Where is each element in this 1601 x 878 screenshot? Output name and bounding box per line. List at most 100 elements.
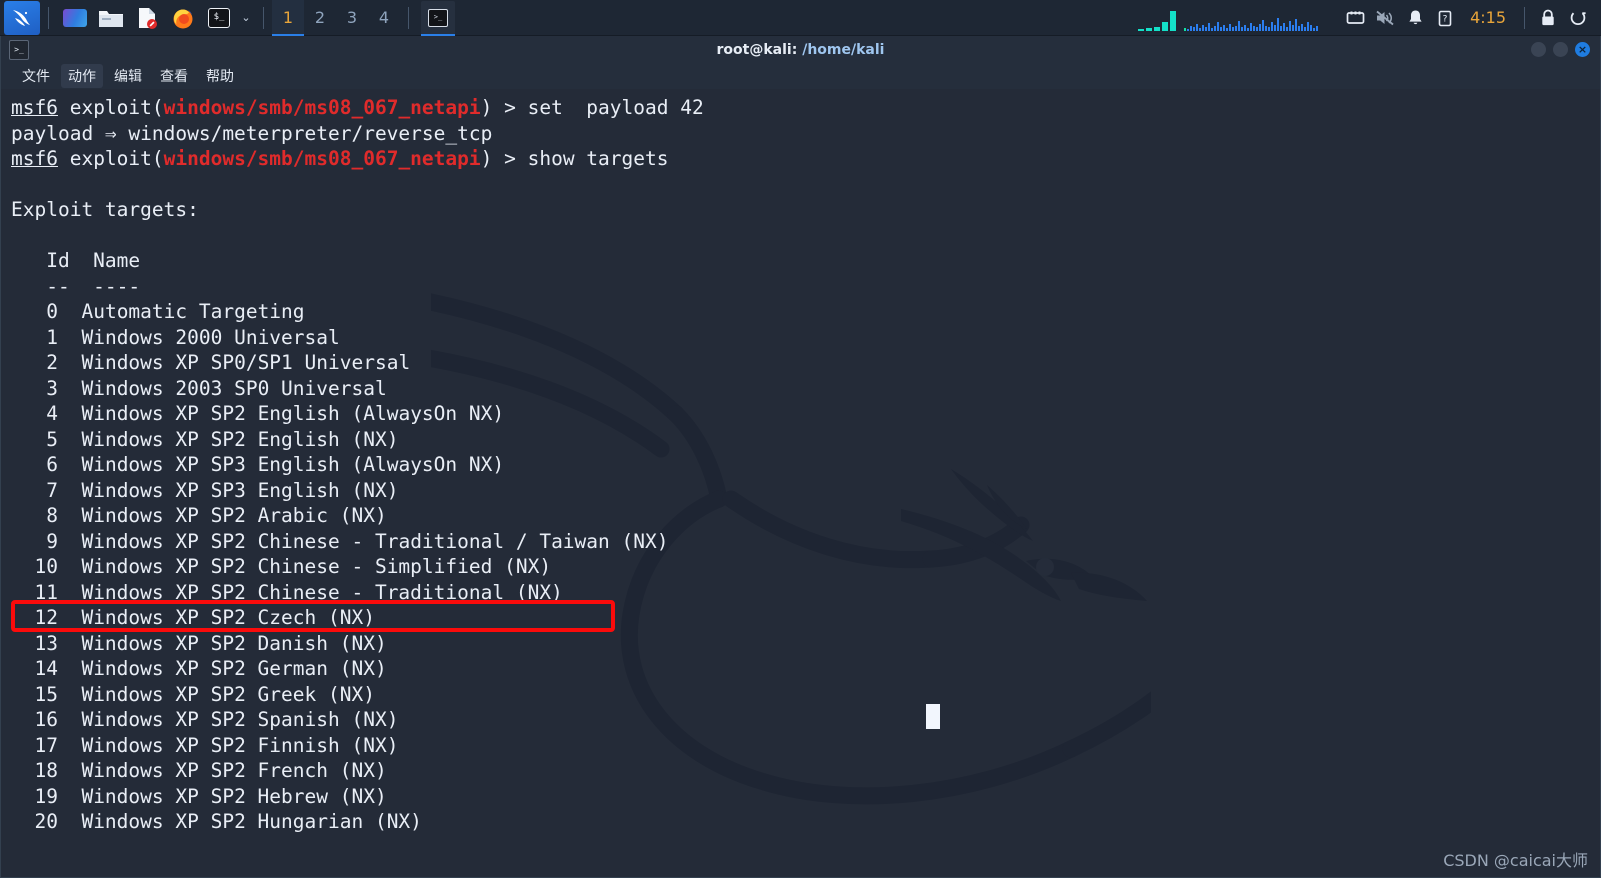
firefox-launcher[interactable] [168,3,198,33]
window-titlebar[interactable]: >_ root@kali: /home/kali × [1,36,1600,63]
command-show-targets: show targets [527,147,669,170]
taskbar-terminal-window[interactable]: >_ [421,0,455,36]
target-row: 5 Windows XP SP2 English (NX) [11,428,398,451]
target-id: 8 [46,504,58,527]
target-id: 12 [34,606,58,629]
launcher-dropdown-chevron[interactable]: ⌄ [237,3,255,33]
target-id: 7 [46,478,58,502]
target-id: 11 [34,580,58,604]
target-id: 15 [34,682,58,706]
window-title-user: root@kali: [716,41,803,58]
file-manager-launcher[interactable] [96,3,126,33]
workspace-button-4[interactable]: 4 [368,0,400,36]
window-title: root@kali: /home/kali [1,42,1600,58]
target-id: 9 [46,529,58,553]
document-icon [139,7,157,29]
target-name: Windows XP SP2 Hungarian (NX) [81,810,422,833]
panel-divider [408,6,409,29]
target-name: Windows XP SP2 Greek (NX) [81,682,375,706]
prompt-exploit-open: exploit( [57,96,164,119]
terminal-gradient-icon [63,8,87,27]
target-row: 20 Windows XP SP2 Hungarian (NX) [11,810,422,833]
notifications-bell-icon[interactable] [1400,0,1430,36]
target-name: Windows XP SP2 Chinese - Traditional (NX… [81,580,563,604]
network-connection-icon[interactable] [1340,0,1370,36]
maximize-button[interactable] [1553,42,1568,57]
target-name: Windows XP SP2 English (NX) [81,427,399,451]
target-id: 0 [46,300,58,323]
clock[interactable]: 4:15 [1460,8,1516,27]
payload-confirmation-line: payload ⇒ windows/meterpreter/reverse_tc… [11,121,493,145]
folder-icon [99,10,123,27]
terminal-emulator-launcher[interactable] [60,3,90,33]
target-name: Windows XP SP2 English (AlwaysOn NX) [81,402,505,425]
target-name: Windows XP SP2 Czech (NX) [81,606,375,629]
prompt-msf6: msf6 [11,96,58,119]
target-name: Automatic Targeting [81,300,305,323]
lock-screen-button[interactable] [1533,0,1563,36]
volume-muted-icon[interactable] [1370,0,1400,36]
target-name: Windows 2000 Universal [81,325,340,349]
terminal-output-area[interactable]: msf6 exploit(windows/smb/ms08_067_netapi… [1,89,1600,877]
firefox-icon [173,9,193,28]
menu-item-file[interactable]: 文件 [15,64,57,88]
target-id: 1 [46,325,58,349]
target-row: 9 Windows XP SP2 Chinese - Traditional /… [11,530,668,553]
speaker-mute-glyph [1376,10,1394,25]
cpu-monitor-graph[interactable] [1138,5,1180,31]
terminal-icon: >_ [428,8,448,27]
workspace-button-1[interactable]: 1 [272,0,304,36]
svg-text:?: ? [1443,14,1448,24]
panel-divider [1524,6,1525,29]
menu-item-actions[interactable]: 动作 [61,64,103,88]
battery-unknown-icon[interactable]: ? [1430,0,1460,36]
close-button[interactable]: × [1575,42,1590,57]
target-name: Windows XP SP2 French (NX) [81,759,387,782]
target-name: Windows XP SP2 Chinese - Traditional / T… [81,529,669,553]
menu-item-edit[interactable]: 编辑 [107,64,149,88]
target-id: 14 [34,657,58,680]
target-row: 14 Windows XP SP2 German (NX) [11,657,386,680]
prompt-module-name: windows/smb/ms08_067_netapi [163,147,481,170]
target-id: 17 [34,733,58,757]
target-id: 18 [34,759,58,782]
text-editor-launcher[interactable] [132,3,162,33]
exploit-targets-header: Exploit targets: [11,198,199,221]
workspace-button-2[interactable]: 2 [304,0,336,36]
root-terminal-launcher[interactable]: $_ [204,3,234,33]
power-button[interactable] [1563,0,1593,36]
menu-item-view[interactable]: 查看 [153,64,195,88]
target-name: Windows XP SP2 Arabic (NX) [81,504,387,527]
network-monitor-graph[interactable] [1184,5,1334,31]
prompt-exploit-close: ) > [480,147,528,170]
target-row: 7 Windows XP SP3 English (NX) [11,479,398,502]
target-id: 5 [46,427,58,451]
menu-bar: 文件 动作 编辑 查看 帮助 [1,63,1600,89]
target-row: 2 Windows XP SP0/SP1 Universal [11,351,410,374]
workspace-button-3[interactable]: 3 [336,0,368,36]
target-row: 11 Windows XP SP2 Chinese - Traditional … [11,580,563,604]
battery-glyph: ? [1438,10,1452,26]
target-name: Windows XP SP0/SP1 Universal [81,351,411,374]
kali-menu-button[interactable] [4,0,40,35]
target-row: 18 Windows XP SP2 French (NX) [11,759,387,782]
kali-dragon-icon [13,9,30,26]
target-row: 12 Windows XP SP2 Czech (NX) [11,606,375,629]
target-id: 10 [34,555,58,578]
target-id: 20 [34,810,58,833]
target-row: 3 Windows 2003 SP0 Universal [11,376,386,400]
prompt-msf6: msf6 [11,147,58,170]
lock-icon [1542,9,1554,25]
target-id: 3 [46,376,58,400]
target-id: 16 [34,708,58,731]
target-row: 15 Windows XP SP2 Greek (NX) [11,682,375,706]
target-row: 17 Windows XP SP2 Finnish (NX) [11,734,398,757]
prompt-exploit-open: exploit( [57,147,164,170]
power-icon [1570,11,1586,25]
terminal-window: >_ root@kali: /home/kali × 文件 动作 编辑 查看 帮… [0,36,1601,878]
minimize-button[interactable] [1531,42,1546,57]
menu-item-help[interactable]: 帮助 [199,64,241,88]
target-name: Windows XP SP2 Hebrew (NX) [81,784,387,808]
targets-column-rule: -- ---- [11,274,141,298]
target-id: 13 [34,631,58,655]
